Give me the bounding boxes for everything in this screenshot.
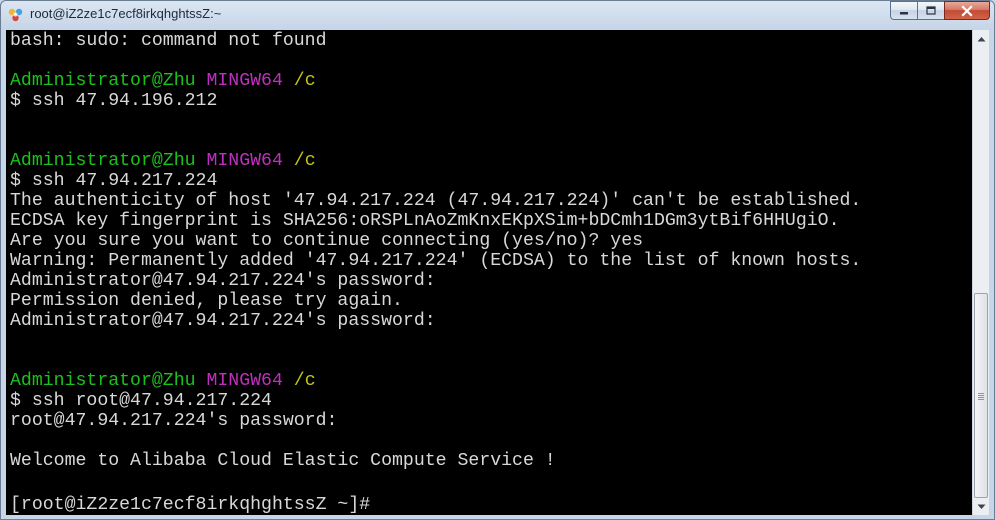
vertical-scrollbar[interactable] — [972, 30, 989, 515]
prompt-shell-name: MINGW64 — [206, 371, 283, 391]
prompt-shell-name: MINGW64 — [206, 151, 283, 171]
scrollbar-thumb[interactable] — [974, 293, 988, 498]
thumb-grip-line — [978, 392, 984, 394]
close-button[interactable] — [944, 1, 990, 20]
prompt-path: /c — [293, 371, 316, 391]
window-controls — [890, 1, 990, 21]
minimize-icon — [900, 11, 908, 14]
terminal-line: The authenticity of host '47.94.217.224 … — [10, 191, 862, 211]
terminal-line: $ ssh 47.94.217.224 — [10, 171, 218, 191]
scroll-down-arrow-icon — [977, 504, 985, 509]
prompt-shell-name: MINGW64 — [206, 71, 283, 91]
terminal-window: root@iZ2ze1c7ecf8irkqhghtssZ:~ bash: sud… — [0, 0, 995, 520]
minimize-button[interactable] — [890, 1, 917, 20]
terminal-line: ECDSA key fingerprint is SHA256:oRSPLnAo… — [10, 211, 840, 231]
prompt-user-host: Administrator@Zhu — [10, 151, 196, 171]
terminal-cursor — [370, 491, 381, 509]
thumb-grip-line — [978, 396, 984, 398]
title-bar[interactable]: root@iZ2ze1c7ecf8irkqhghtssZ:~ — [1, 1, 994, 29]
terminal-line: Welcome to Alibaba Cloud Elastic Compute… — [10, 451, 556, 471]
shell-prompt-line: Administrator@Zhu MINGW64 /c — [10, 371, 316, 391]
prompt-user-host: Administrator@Zhu — [10, 71, 196, 91]
terminal-output[interactable]: bash: sudo: command not found Administrat… — [6, 30, 972, 515]
scroll-up-arrow-icon — [977, 36, 985, 41]
scroll-up-button[interactable] — [973, 30, 989, 47]
prompt-user-host: Administrator@Zhu — [10, 371, 196, 391]
window-title: root@iZ2ze1c7ecf8irkqhghtssZ:~ — [30, 6, 222, 21]
terminal-line: bash: sudo: command not found — [10, 31, 327, 51]
terminal-line: Permission denied, please try again. — [10, 291, 403, 311]
git-bash-icon — [8, 8, 23, 22]
terminal-line: Administrator@47.94.217.224's password: — [10, 311, 436, 331]
shell-prompt-line: Administrator@Zhu MINGW64 /c — [10, 151, 316, 171]
thumb-grip-line — [978, 398, 984, 400]
maximize-button[interactable] — [917, 1, 944, 20]
terminal-line: root@47.94.217.224's password: — [10, 411, 338, 431]
prompt-path: /c — [293, 151, 316, 171]
scroll-down-button[interactable] — [973, 498, 989, 515]
terminal-line: Warning: Permanently added '47.94.217.22… — [10, 251, 862, 271]
terminal-line: Administrator@47.94.217.224's password: — [10, 271, 436, 291]
terminal-line: [root@iZ2ze1c7ecf8irkqhghtssZ ~]# — [10, 491, 381, 515]
terminal-line: Are you sure you want to continue connec… — [10, 231, 644, 251]
shell-prompt-line: Administrator@Zhu MINGW64 /c — [10, 71, 316, 91]
thumb-grip-line — [978, 394, 984, 396]
close-icon — [961, 4, 973, 17]
maximize-icon — [926, 5, 936, 15]
prompt-path: /c — [293, 71, 316, 91]
terminal-line: $ ssh root@47.94.217.224 — [10, 391, 272, 411]
terminal-line: $ ssh 47.94.196.212 — [10, 91, 218, 111]
